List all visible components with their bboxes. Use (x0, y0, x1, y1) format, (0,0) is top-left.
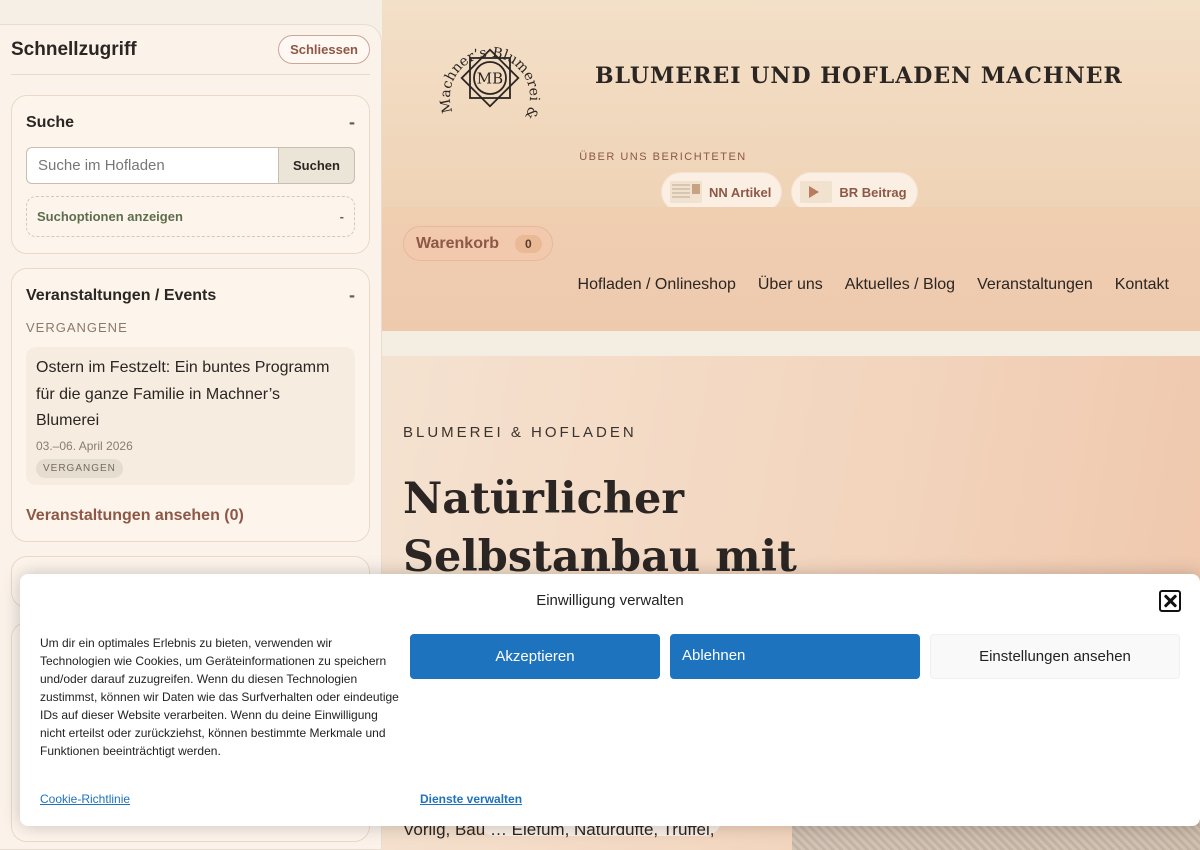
navigation-bar: Warenkorb 0 Hofladen / Onlineshop Über u… (382, 207, 1200, 331)
accept-button[interactable]: Akzeptieren (410, 634, 660, 679)
video-thumbnail-icon (800, 181, 833, 203)
sidebar-title: Schnellzugriff (11, 38, 137, 60)
search-button[interactable]: Suchen (278, 147, 355, 184)
event-date: 03.–06. April 2026 (36, 438, 133, 453)
search-card-title: Suche (26, 113, 75, 131)
events-card-header[interactable]: Veranstaltungen / Events - (26, 285, 355, 306)
view-events-link[interactable]: Veranstaltungen ansehen (0) (26, 507, 355, 525)
sidebar-header: Schnellzugriff Schliessen (11, 25, 370, 75)
cookie-consent-dialog: Einwilligung verwalten Um dir ein optima… (20, 574, 1200, 826)
divider-strip (382, 331, 1200, 356)
brand-logo[interactable]: Machner’s Blumerei & Hofladen MB (434, 22, 546, 134)
deny-button[interactable]: Ablehnen (670, 634, 920, 679)
press-br-label: BR Beitrag (839, 184, 907, 200)
cart-count-badge: 0 (514, 234, 542, 253)
cart-button[interactable]: Warenkorb 0 (403, 226, 553, 261)
cookie-message: Um dir ein optimales Erlebnis zu bieten,… (40, 636, 399, 758)
search-row: Suchen (26, 147, 355, 184)
search-options-label: Suchoptionen anzeigen (37, 209, 183, 224)
manage-services-link[interactable]: Dienste verwalten (420, 792, 522, 806)
press-br-feature-button[interactable]: BR Beitrag (791, 172, 918, 212)
press-nn-article-button[interactable]: NN Artikel (661, 172, 783, 212)
newspaper-thumbnail-icon (670, 181, 702, 203)
past-events-label: VERGANGENE (26, 320, 128, 335)
nav-item-shop[interactable]: Hofladen / Onlineshop (578, 276, 736, 294)
press-label: ÜBER UNS BERICHTETEN (579, 151, 747, 163)
cookie-policy-link[interactable]: Cookie-Richtlinie (40, 792, 130, 806)
sidebar-close-button[interactable]: Schliessen (278, 35, 370, 64)
search-options-indicator: - (339, 209, 344, 224)
nav-item-contact[interactable]: Kontakt (1115, 276, 1169, 294)
cart-label: Warenkorb (416, 234, 499, 252)
site-header: Machner’s Blumerei & Hofladen MB BLUMERE… (382, 0, 1200, 212)
event-title: Ostern im Festzelt: Ein buntes Programm … (36, 359, 330, 429)
search-collapse-toggle[interactable]: - (349, 112, 355, 133)
hero-eyebrow: BLUMEREI & HOFLADEN (403, 424, 637, 441)
hero-title: Natürlicher Selbstanbau mit (403, 474, 797, 582)
event-list-item[interactable]: Ostern im Festzelt: Ein buntes Programm … (26, 347, 355, 485)
search-options-toggle[interactable]: Suchoptionen anzeigen - (26, 196, 355, 237)
nav-item-blog[interactable]: Aktuelles / Blog (845, 276, 955, 294)
events-card: Veranstaltungen / Events - VERGANGENE Os… (11, 268, 370, 542)
press-nn-label: NN Artikel (709, 184, 772, 200)
site-name: BLUMEREI UND HOFLADEN MACHNER (595, 63, 1123, 89)
event-status-badge: VERGANGEN (36, 458, 123, 478)
search-card: Suche - Suchen Suchoptionen anzeigen - (11, 95, 370, 254)
nav-item-about[interactable]: Über uns (758, 276, 823, 294)
main-nav: Hofladen / Onlineshop Über uns Aktuelles… (578, 276, 1169, 294)
close-icon[interactable] (1159, 590, 1181, 612)
logo-monogram: MB (477, 70, 503, 88)
search-card-header[interactable]: Suche - (26, 112, 355, 133)
view-settings-button[interactable]: Einstellungen ansehen (930, 634, 1180, 679)
nav-item-events[interactable]: Veranstaltungen (977, 276, 1093, 294)
events-card-title: Veranstaltungen / Events (26, 286, 217, 304)
cookie-dialog-title: Einwilligung verwalten (536, 592, 684, 609)
press-links: NN Artikel BR Beitrag (661, 172, 918, 212)
events-collapse-toggle[interactable]: - (349, 285, 355, 306)
search-input[interactable] (26, 147, 278, 184)
